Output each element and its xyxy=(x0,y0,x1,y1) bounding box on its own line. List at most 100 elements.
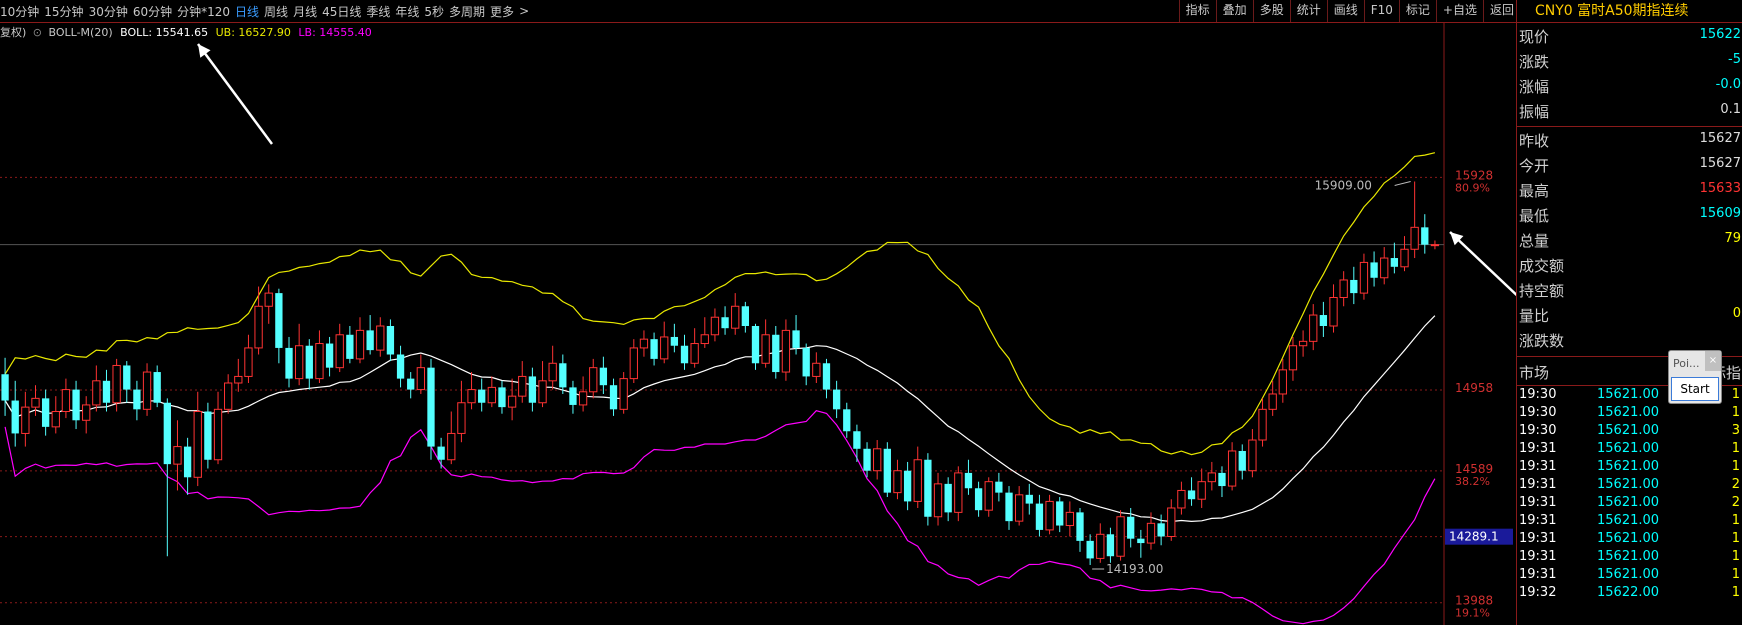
candle xyxy=(1339,271,1348,307)
candle xyxy=(82,396,91,434)
candle xyxy=(559,354,567,394)
period-tab[interactable]: 月线 xyxy=(293,3,322,20)
period-tab[interactable]: 多周期 xyxy=(449,3,490,20)
candle xyxy=(1238,444,1246,480)
candle xyxy=(883,442,891,498)
quote-group-2: 昨收 15627 今开 15627 最高 15633 最低 15609 总量 79 成交额 持空额 量比… xyxy=(1517,127,1742,352)
candle-body xyxy=(285,347,293,379)
candle-body xyxy=(11,400,19,434)
candle-body xyxy=(102,380,111,403)
quote-label: 持空额 xyxy=(1519,282,1565,300)
tool-button[interactable]: 标记 xyxy=(1398,0,1436,22)
tool-buttons: 指标 叠加 多股 统计 画线 F10 标记 +自选 返回 xyxy=(1178,0,1520,22)
candle-body xyxy=(1207,472,1216,483)
candle xyxy=(751,323,760,370)
candle xyxy=(1167,499,1176,541)
chevron-right-icon[interactable]: > xyxy=(519,4,534,18)
candle-body xyxy=(224,382,233,410)
period-tab[interactable]: 年线 xyxy=(395,3,424,20)
current-price-label: 14289.1 xyxy=(1449,530,1499,544)
tick-list[interactable]: 19:30 15621.00 1 19:30 15621.00 1 19:30 15621.0… xyxy=(1517,386,1742,602)
candle-body xyxy=(995,481,1003,493)
period-tab[interactable]: 季线 xyxy=(366,3,395,20)
tick-time: 19:31 xyxy=(1519,459,1557,474)
tick-price: 15621.00 xyxy=(1597,405,1660,420)
period-tab[interactable]: 45日线 xyxy=(322,3,366,20)
candle xyxy=(690,328,699,368)
candle-body xyxy=(1056,501,1064,526)
tick-price: 15622.00 xyxy=(1597,585,1660,600)
tool-button[interactable]: 指标 xyxy=(1178,0,1216,22)
close-icon[interactable]: × xyxy=(1705,351,1721,371)
candle-body xyxy=(1278,369,1287,395)
candle xyxy=(457,380,466,443)
period-tabs: 10分钟 15分钟 30分钟 60分钟 分钟*120 日线 周线 月线 45日线 季线 年线 5秒 多周… xyxy=(0,0,534,22)
candle-body xyxy=(609,385,618,410)
candle xyxy=(1096,523,1105,563)
candle xyxy=(1278,358,1287,403)
start-button[interactable]: Start xyxy=(1671,377,1719,401)
candle-body xyxy=(1268,393,1277,410)
tick-time: 19:31 xyxy=(1519,531,1557,546)
candle-body xyxy=(1137,538,1145,544)
quote-label: 今开 xyxy=(1519,157,1550,175)
tool-button[interactable]: 多股 xyxy=(1252,0,1290,22)
tool-button[interactable]: 返回 xyxy=(1482,0,1520,22)
period-tab[interactable]: 30分钟 xyxy=(89,3,133,20)
tick-time: 19:31 xyxy=(1519,513,1557,528)
tick-row: 19:31 15621.00 1 xyxy=(1517,458,1742,476)
candle-body xyxy=(559,363,567,388)
tick-volume: 1 xyxy=(1731,387,1740,402)
tick-price: 15621.00 xyxy=(1597,495,1660,510)
bollinger-bands xyxy=(4,152,1436,625)
candle xyxy=(984,477,993,517)
quote-row: 昨收 15627 xyxy=(1517,127,1742,152)
tick-time: 19:31 xyxy=(1519,477,1557,492)
candle xyxy=(1390,242,1399,274)
period-tab[interactable]: 15分钟 xyxy=(44,3,88,20)
tool-button[interactable]: F10 xyxy=(1363,0,1399,22)
quote-label: 振幅 xyxy=(1519,103,1550,121)
candle xyxy=(1319,301,1328,337)
axis-pct-label: 19.1% xyxy=(1455,607,1490,620)
quote-row: 最高 15633 xyxy=(1517,177,1742,202)
tool-button[interactable]: 叠加 xyxy=(1215,0,1253,22)
tool-button[interactable]: 画线 xyxy=(1326,0,1364,22)
candle-body xyxy=(1339,279,1348,298)
candle-body xyxy=(416,367,425,391)
period-tab[interactable]: 分钟*120 xyxy=(177,3,235,20)
period-tab[interactable]: 10分钟 xyxy=(0,3,44,20)
quote-row: 现价 15622 xyxy=(1517,23,1742,48)
candle-body xyxy=(650,339,658,359)
candle xyxy=(51,396,60,434)
candle xyxy=(123,361,131,403)
tick-price: 15621.00 xyxy=(1597,531,1660,546)
quote-row: 今开 15627 xyxy=(1517,152,1742,177)
candle xyxy=(1309,304,1318,351)
candle xyxy=(1187,477,1196,506)
candle xyxy=(569,380,577,414)
low-label: 14193.00 xyxy=(1106,562,1163,576)
candle-body xyxy=(731,305,740,329)
tool-button[interactable]: +自选 xyxy=(1435,0,1483,22)
candle xyxy=(832,380,841,419)
candle-body xyxy=(1350,279,1358,294)
candle-body xyxy=(853,431,861,449)
period-tab[interactable]: 更多 xyxy=(490,3,519,20)
tick-volume: 3 xyxy=(1731,423,1740,438)
candle-body xyxy=(275,293,283,348)
candle-body xyxy=(1197,481,1206,500)
candle-body xyxy=(133,389,141,410)
candle-body xyxy=(1187,490,1196,500)
candle-body xyxy=(1309,314,1318,342)
candle-body xyxy=(366,330,374,351)
period-tab[interactable]: 5秒 xyxy=(424,3,449,20)
tool-button[interactable]: 统计 xyxy=(1289,0,1327,22)
candle xyxy=(944,477,952,522)
period-tab[interactable]: 60分钟 xyxy=(133,3,177,20)
candle-body xyxy=(964,472,973,489)
period-tab[interactable]: 日线 xyxy=(235,3,264,20)
tick-row: 19:31 15621.00 1 xyxy=(1517,530,1742,548)
period-tab[interactable]: 周线 xyxy=(264,3,293,20)
kline-chart[interactable]: 1592880.9% 14958 1458938.2% 14289.1 1398819.… xyxy=(0,22,1516,625)
